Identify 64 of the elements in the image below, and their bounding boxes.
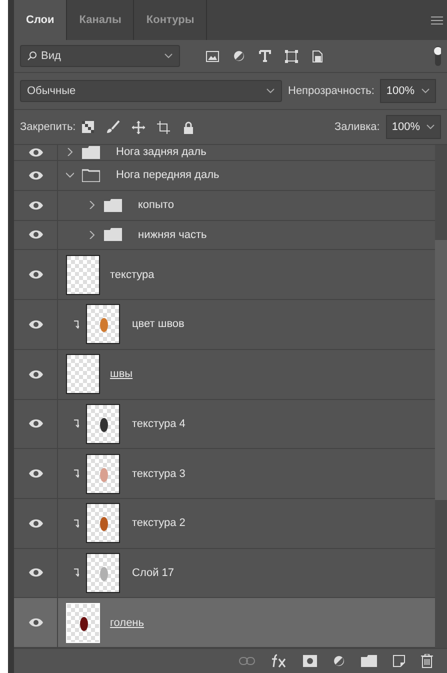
folder-icon[interactable] [361,655,377,667]
brush-icon[interactable] [106,120,120,134]
eye-icon[interactable] [28,229,44,240]
eye-icon[interactable] [28,567,44,578]
image-icon[interactable] [206,50,219,62]
fx-icon[interactable] [271,654,287,668]
half-circle-icon[interactable] [233,50,245,62]
scrollbar-thumb[interactable] [435,240,447,500]
layer-name[interactable]: текстура 2 [132,517,186,530]
layer-name[interactable]: текстура 3 [132,468,186,480]
layer-name[interactable]: Слой 17 [132,566,174,579]
layer-name[interactable]: текстура 4 [132,418,186,430]
layer-name[interactable]: голень [110,616,144,629]
panel-tab[interactable]: Слои [14,0,68,40]
folder-icon [104,198,122,212]
lock-icon[interactable] [182,120,194,134]
chevron-right-icon[interactable] [66,148,74,156]
fill-field[interactable]: 100% [386,115,441,139]
eye-icon[interactable] [28,518,44,529]
layer-name[interactable]: Нога задняя даль [116,146,206,158]
eye-icon[interactable] [28,318,44,330]
filter-dropdown[interactable]: Вид [20,45,180,67]
folder-icon [104,228,122,242]
layer-name[interactable]: цвет швов [132,318,184,330]
move-icon[interactable] [132,120,145,134]
layer-name[interactable]: Нога передняя даль [116,169,220,182]
layer-name[interactable]: нижняя часть [138,228,207,241]
eye-icon[interactable] [28,617,44,628]
new-layer-icon[interactable] [393,655,405,667]
checkerboard-icon[interactable] [82,121,94,133]
eye-icon[interactable] [28,468,44,480]
trash-icon[interactable] [421,654,433,668]
lock-label: Закрепить: [20,121,76,133]
blend-mode-dropdown[interactable]: Обычные [20,80,282,102]
eye-icon[interactable] [28,368,44,380]
opacity-field[interactable]: 100% [380,79,436,103]
layer-name[interactable]: текстура [110,268,154,281]
search-icon [27,51,37,61]
chevron-down-icon [420,88,430,94]
chevron-right-icon[interactable] [88,201,96,210]
layer-name[interactable]: швы [110,368,133,380]
half-circle-icon[interactable] [333,655,345,667]
eye-icon[interactable] [28,200,44,211]
eye-icon[interactable] [28,146,44,158]
eye-icon[interactable] [28,269,44,280]
layer-name[interactable]: копыто [138,199,174,212]
menu-icon[interactable] [431,16,443,24]
folder-icon [82,168,100,182]
chevron-down-icon [164,53,173,59]
chevron-down-icon [266,88,275,94]
opacity-label: Непрозрачность: [288,85,374,97]
chevron-right-icon[interactable] [88,230,96,239]
document-icon[interactable] [312,50,323,62]
layer-thumbnail [66,354,100,394]
type-icon[interactable] [259,50,271,62]
mask-icon[interactable] [303,655,317,667]
eye-icon[interactable] [28,170,44,181]
eye-icon[interactable] [28,418,44,430]
toggle-switch[interactable] [433,46,441,66]
chevron-down-icon [426,124,435,130]
chevron-down-icon[interactable] [66,171,74,180]
transform-icon[interactable] [285,50,298,62]
layer-thumbnail [66,254,100,295]
fill-label: Заливка: [334,121,380,133]
